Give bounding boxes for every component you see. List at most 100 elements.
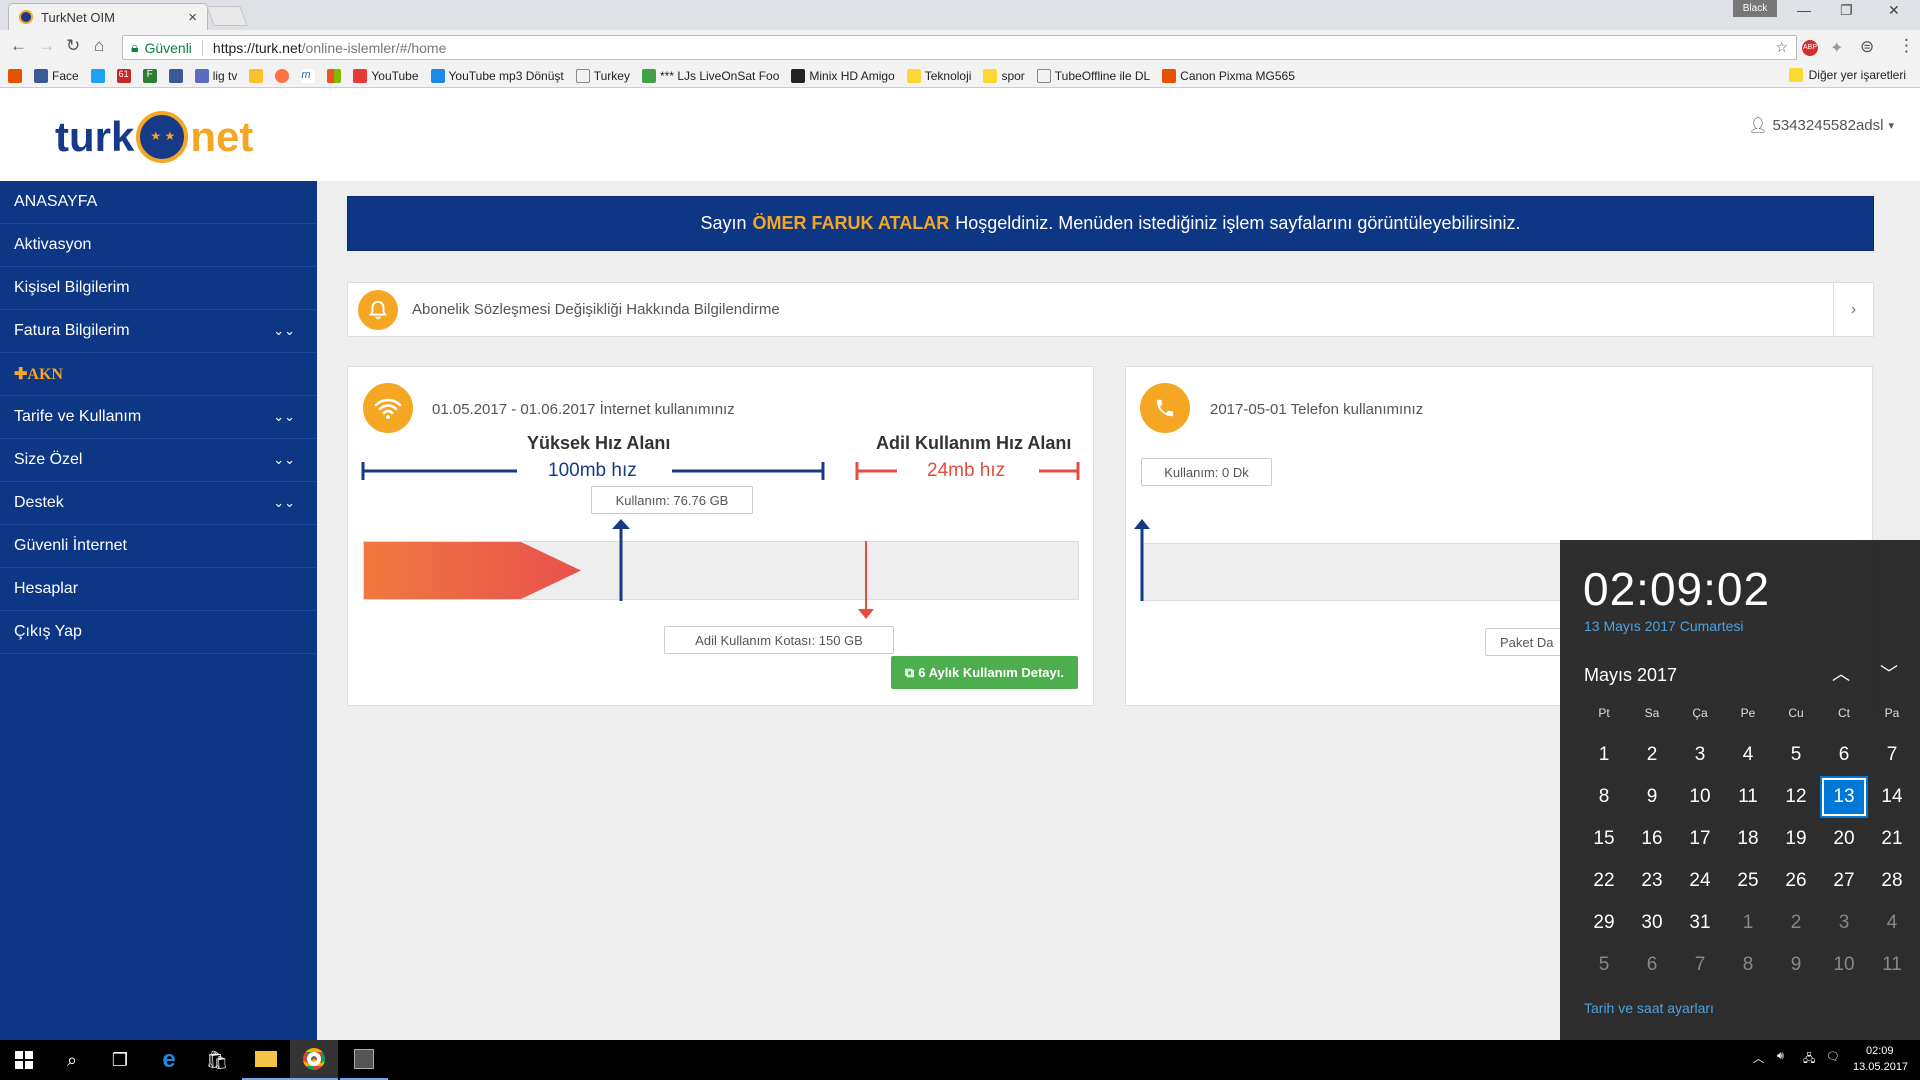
bookmark-item[interactable]: *** LJs LiveOnSat Foo [641, 68, 779, 83]
back-icon[interactable]: ← [10, 36, 27, 56]
browser-tab[interactable]: TurkNet OIM × [8, 3, 208, 30]
calendar-day[interactable]: 24 [1676, 861, 1724, 901]
date-time-settings-link[interactable]: Tarih ve saat ayarları [1584, 1000, 1714, 1016]
bookmark-item[interactable]: m [301, 68, 316, 83]
calendar-day[interactable]: 11 [1724, 777, 1772, 817]
menu-icon[interactable]: ⋮ [1898, 36, 1915, 56]
sidebar-item-cikis[interactable]: Çıkış Yap [0, 611, 317, 654]
sidebar-item-kisisel-bilgilerim[interactable]: Kişisel Bilgilerim [0, 267, 317, 310]
calendar-day[interactable]: 18 [1724, 819, 1772, 859]
chevron-up-icon[interactable]: ︿ [1832, 660, 1850, 686]
calendar-day[interactable]: 23 [1628, 861, 1676, 901]
calendar-day[interactable]: 14 [1868, 777, 1916, 817]
close-tab-icon[interactable]: × [188, 9, 197, 26]
bookmark-item[interactable]: YouTube mp3 Dönüşt [430, 68, 564, 83]
calendar-day[interactable]: 29 [1580, 903, 1628, 943]
chevron-down-icon[interactable]: ﹀ [1880, 660, 1898, 686]
sidebar-item-hesaplar[interactable]: Hesaplar [0, 568, 317, 611]
calendar-day[interactable]: 20 [1820, 819, 1868, 859]
calendar-day[interactable]: 27 [1820, 861, 1868, 901]
file-explorer-icon[interactable] [242, 1040, 290, 1080]
bookmark-item[interactable]: 61 [116, 68, 131, 83]
sidebar-item-guvenli-internet[interactable]: Güvenli İnternet [0, 525, 317, 568]
adblock-icon[interactable]: ABP [1802, 40, 1818, 56]
calendar-day[interactable]: 1 [1724, 903, 1772, 943]
bookmark-item[interactable]: Minix HD Amigo [791, 68, 895, 83]
other-bookmarks[interactable]: Diğer yer işaretleri [1788, 68, 1906, 82]
calendar-day[interactable]: 3 [1676, 735, 1724, 775]
calendar-day[interactable]: 17 [1676, 819, 1724, 859]
star-icon[interactable]: ☆ [1775, 39, 1788, 56]
turknet-logo[interactable]: turk net [55, 101, 253, 173]
calendar-day[interactable]: 10 [1820, 945, 1868, 985]
sidebar-item-fatura-bilgilerim[interactable]: Fatura Bilgilerim ⌄⌄ [0, 310, 317, 353]
calendar-day[interactable]: 7 [1676, 945, 1724, 985]
calendar-day[interactable]: 2 [1628, 735, 1676, 775]
user-menu[interactable]: 👤︎ 5343245582adsl ▾ [1748, 116, 1894, 135]
tray-chevron-icon[interactable]: ︿ [1753, 1050, 1764, 1066]
calendar-day[interactable]: 25 [1724, 861, 1772, 901]
calendar-day[interactable]: 21 [1868, 819, 1916, 859]
edge-icon[interactable]: e [145, 1040, 193, 1080]
bookmark-item[interactable]: TubeOffline ile DL [1036, 68, 1150, 83]
bookmark-item[interactable] [90, 68, 105, 83]
calendar-day[interactable]: 15 [1580, 819, 1628, 859]
bookmark-folder[interactable]: Teknoloji [906, 68, 971, 83]
chrome-icon[interactable] [290, 1040, 338, 1080]
task-view-icon[interactable]: ❐ [96, 1040, 144, 1080]
calendar-day[interactable]: 11 [1868, 945, 1916, 985]
volume-icon[interactable]: 🔊︎ [1777, 1050, 1784, 1063]
calendar-day[interactable]: 6 [1820, 735, 1868, 775]
sync-icon[interactable]: ⊜ [1860, 37, 1874, 57]
calendar-day[interactable]: 30 [1628, 903, 1676, 943]
notifications-icon[interactable]: 🗨︎ [1826, 1050, 1840, 1063]
calendar-day[interactable]: 22 [1580, 861, 1628, 901]
calendar-day[interactable]: 4 [1868, 903, 1916, 943]
bookmark-item[interactable] [249, 68, 264, 83]
close-window-icon[interactable]: ✕ [1888, 2, 1900, 19]
bookmark-item[interactable]: Canon Pixma MG565 [1162, 68, 1295, 83]
sidebar-item-destek[interactable]: Destek ⌄⌄ [0, 482, 317, 525]
bookmark-item[interactable]: F [142, 68, 157, 83]
calendar-day[interactable]: 10 [1676, 777, 1724, 817]
minimize-icon[interactable]: — [1797, 2, 1811, 18]
calendar-day[interactable]: 26 [1772, 861, 1820, 901]
new-tab-button[interactable] [206, 6, 248, 26]
bookmark-item[interactable] [168, 68, 183, 83]
clock-date[interactable]: 13 Mayıs 2017 Cumartesi [1584, 618, 1744, 634]
network-icon[interactable]: 🖧︎ [1803, 1050, 1815, 1069]
calendar-day[interactable]: 9 [1628, 777, 1676, 817]
search-icon[interactable]: ⌕ [48, 1040, 96, 1080]
reload-icon[interactable]: ↻ [66, 36, 80, 56]
restore-icon[interactable]: ❐ [1840, 2, 1853, 19]
home-icon[interactable]: ⌂ [94, 36, 104, 56]
calendar-day[interactable]: 3 [1820, 903, 1868, 943]
calendar-day[interactable]: 16 [1628, 819, 1676, 859]
calendar-day[interactable]: 7 [1868, 735, 1916, 775]
calendar-day[interactable]: 4 [1724, 735, 1772, 775]
forward-icon[interactable]: → [38, 36, 55, 56]
windows-start-icon[interactable] [0, 1040, 48, 1080]
taskbar-clock-date[interactable]: 13.05.2017 [1853, 1061, 1908, 1073]
sidebar-item-tarife[interactable]: Tarife ve Kullanım ⌄⌄ [0, 396, 317, 439]
calendar-day[interactable]: 5 [1580, 945, 1628, 985]
calendar-day[interactable]: 2 [1772, 903, 1820, 943]
calendar-day-today[interactable]: 13 [1820, 776, 1868, 818]
calendar-month[interactable]: Mayıs 2017 [1584, 665, 1677, 686]
calendar-day[interactable]: 1 [1580, 735, 1628, 775]
bookmark-item[interactable]: lig tv [194, 68, 237, 83]
calendar-day[interactable]: 28 [1868, 861, 1916, 901]
bookmark-item[interactable]: Turkey [575, 68, 630, 83]
chevron-right-icon[interactable]: › [1833, 283, 1873, 336]
calendar-day[interactable]: 9 [1772, 945, 1820, 985]
bookmark-folder[interactable]: spor [983, 68, 1025, 83]
bookmark-item[interactable]: Face [34, 68, 79, 83]
notice-bar[interactable]: Abonelik Sözleşmesi Değişikliği Hakkında… [347, 282, 1874, 337]
profile-badge[interactable]: Black [1733, 0, 1777, 17]
bookmark-item[interactable] [275, 68, 290, 83]
calendar-day[interactable]: 19 [1772, 819, 1820, 859]
sidebar-item-aktivasyon[interactable]: Aktivasyon [0, 224, 317, 267]
sidebar-item-size-ozel[interactable]: Size Özel ⌄⌄ [0, 439, 317, 482]
sidebar-item-anasayfa[interactable]: ANASAYFA [0, 181, 317, 224]
address-bar[interactable]: 🔒︎ Güvenli https://turk.net /online-isle… [122, 35, 1797, 60]
